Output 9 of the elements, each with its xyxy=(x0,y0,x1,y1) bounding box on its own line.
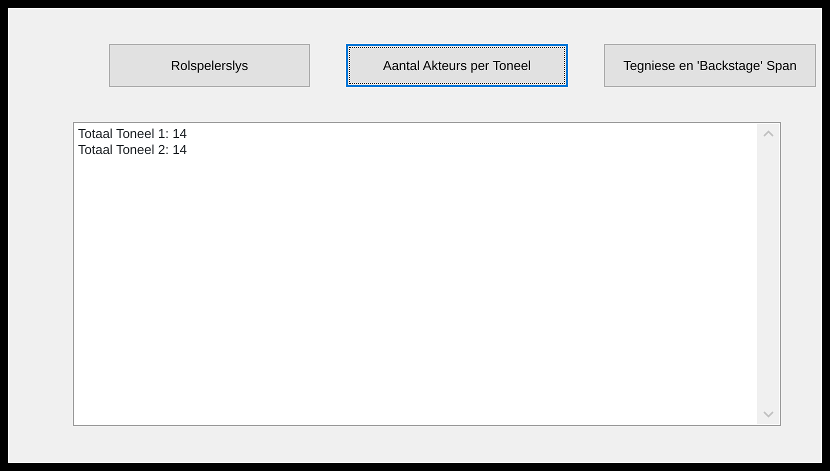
scroll-down-icon[interactable] xyxy=(762,411,774,418)
command-button[interactable]: Tegniese en 'Backstage' Span xyxy=(604,44,816,87)
list-item[interactable]: Totaal Toneel 2: 14 xyxy=(78,142,187,158)
command-button[interactable]: Aantal Akteurs per Toneel xyxy=(346,44,568,87)
list-box[interactable]: Totaal Toneel 1: 14 Totaal Toneel 2: 14 xyxy=(73,122,781,426)
list-item[interactable]: Totaal Toneel 1: 14 xyxy=(78,126,187,142)
scrollbar[interactable] xyxy=(757,124,779,424)
scroll-up-icon[interactable] xyxy=(762,130,774,137)
command-button[interactable]: Rolspelerslys xyxy=(109,44,310,87)
